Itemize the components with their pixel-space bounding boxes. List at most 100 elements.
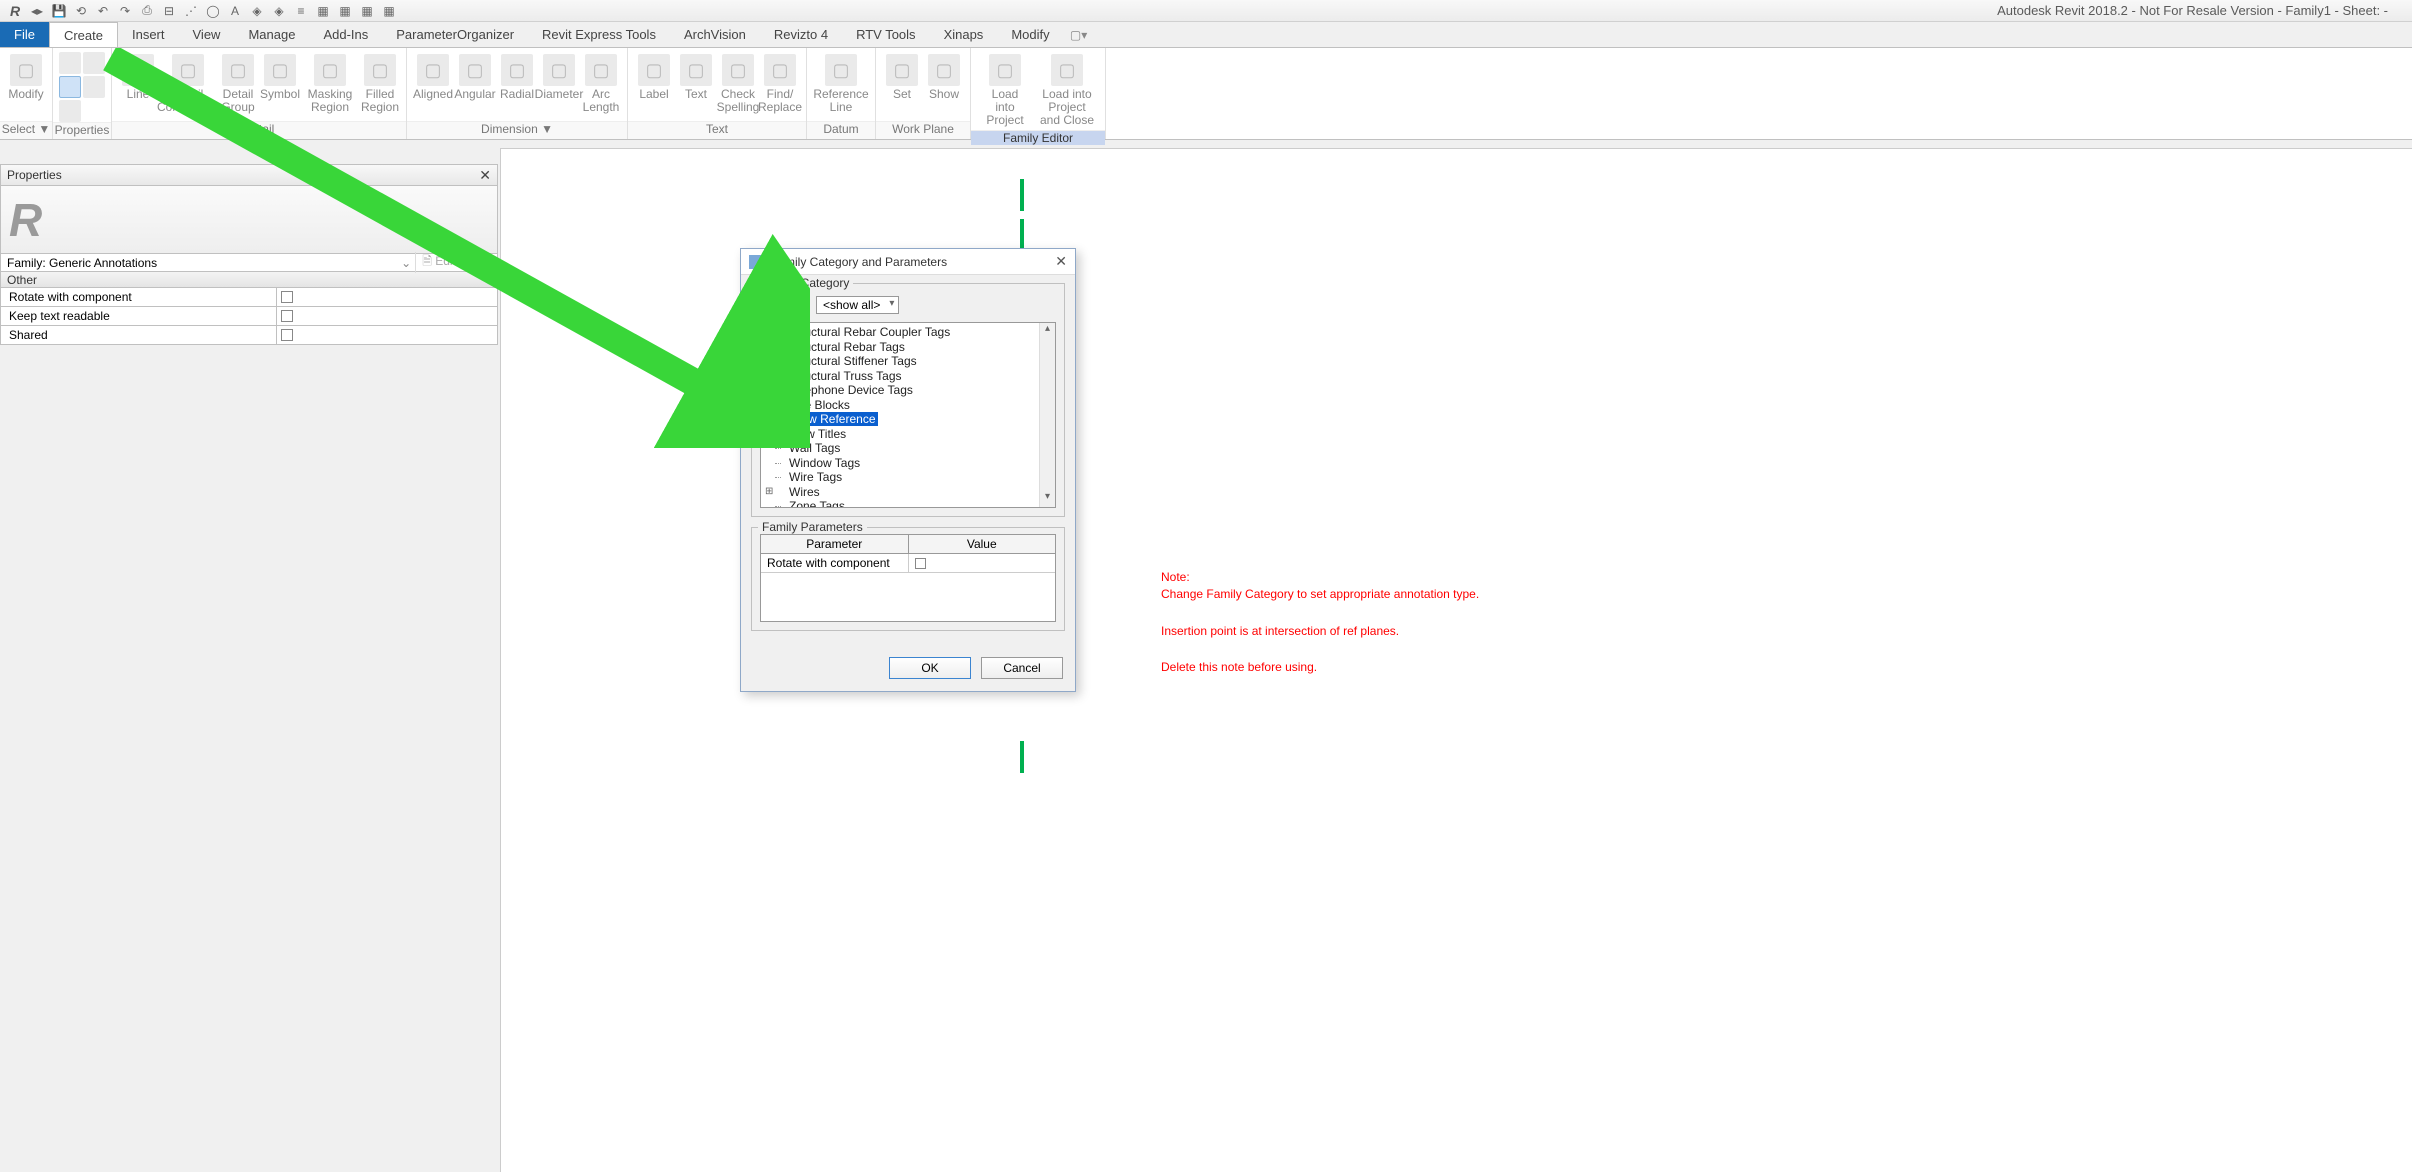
ribbon-mini-button[interactable] [83, 76, 105, 98]
close-icon[interactable]: ✕ [1055, 253, 1067, 270]
ribbon-mini-button[interactable] [59, 100, 81, 122]
property-category-header[interactable]: Other ⌃ [0, 272, 498, 288]
custom2-icon[interactable]: ▦ [378, 1, 400, 21]
ribbon-button[interactable]: ▢ReferenceLine [813, 52, 869, 116]
ribbon-button[interactable]: ▢Line [118, 52, 158, 103]
ribbon-button[interactable]: ▢Load intoProject and Close [1035, 52, 1099, 130]
ribbon-button[interactable]: ▢Show [924, 52, 964, 103]
open-icon[interactable]: ◂▸ [26, 1, 48, 21]
scrollbar[interactable]: ▴ ▾ [1039, 323, 1055, 507]
ribbon-button[interactable]: ▢FilledRegion [360, 52, 400, 116]
ribbon-button[interactable]: ▢ArcLength [581, 52, 621, 116]
ribbon-button[interactable]: ▢CheckSpelling [718, 52, 758, 116]
edit-type-button[interactable]: 🗎 Edit Type [415, 252, 491, 273]
ribbon-panel-title[interactable]: Text [628, 121, 806, 139]
close-icon[interactable]: ✕ [479, 167, 491, 184]
tab-rtvtools[interactable]: RTV Tools [842, 22, 930, 47]
tab-paramorganizer[interactable]: ParameterOrganizer [382, 22, 528, 47]
collapse-icon[interactable]: ⌃ [481, 273, 491, 287]
text-icon[interactable]: A [224, 1, 246, 21]
revit-logo-icon[interactable]: R [4, 1, 26, 21]
dim-icon[interactable]: ⋰ [180, 1, 202, 21]
switch-windows-icon[interactable]: ▦ [334, 1, 356, 21]
scroll-down-icon[interactable]: ▾ [1040, 491, 1055, 507]
tab-xinaps[interactable]: Xinaps [930, 22, 998, 47]
ribbon-button[interactable]: ▢Modify [6, 52, 46, 103]
save-icon[interactable]: 💾 [48, 1, 70, 21]
checkbox[interactable] [915, 558, 926, 569]
tab-archvision[interactable]: ArchVision [670, 22, 760, 47]
scroll-up-icon[interactable]: ▴ [1040, 323, 1055, 339]
category-item[interactable]: Wall Tags [761, 441, 1055, 456]
property-row[interactable]: Rotate with component [0, 288, 498, 307]
ribbon-button[interactable]: ▢Aligned [413, 52, 453, 103]
category-item[interactable]: Structural Stiffener Tags [761, 354, 1055, 369]
thin-lines-icon[interactable]: ≡ [290, 1, 312, 21]
ribbon-mini-button[interactable] [83, 52, 105, 74]
close-windows-icon[interactable]: ▦ [312, 1, 334, 21]
ribbon-button[interactable]: ▢MaskingRegion [302, 52, 358, 116]
ribbon-button[interactable]: ▢Angular [455, 52, 495, 103]
measure-icon[interactable]: ⊟ [158, 1, 180, 21]
ribbon-button[interactable]: ▢Symbol [260, 52, 300, 103]
tab-create[interactable]: Create [49, 22, 118, 47]
print-icon[interactable]: ⎙ [136, 1, 158, 21]
tab-modify[interactable]: Modify [997, 22, 1063, 47]
family-param-row[interactable]: Rotate with component [761, 554, 1055, 573]
filter-list-dropdown[interactable]: <show all> [816, 296, 899, 314]
tab-addins[interactable]: Add-Ins [309, 22, 382, 47]
category-item[interactable]: Structural Rebar Tags [761, 340, 1055, 355]
tab-view[interactable]: View [179, 22, 235, 47]
view3d-icon[interactable]: ◈ [246, 1, 268, 21]
property-value[interactable] [277, 288, 497, 306]
family-type-selector[interactable]: Family: Generic Annotations ⌄ 🗎 Edit Typ… [0, 254, 498, 272]
tag-icon[interactable]: ◯ [202, 1, 224, 21]
tab-revitexpress[interactable]: Revit Express Tools [528, 22, 670, 47]
ribbon-panel-title[interactable]: Work Plane [876, 121, 970, 139]
category-item[interactable]: Window Tags [761, 456, 1055, 471]
ribbon-panel-title[interactable]: Select ▼ [0, 121, 52, 139]
property-row[interactable]: Shared [0, 326, 498, 345]
checkbox[interactable] [281, 310, 293, 322]
dialog-titlebar[interactable]: Family Category and Parameters ✕ [741, 249, 1075, 275]
tab-file[interactable]: File [0, 22, 49, 47]
category-item[interactable]: Zone Tags [761, 499, 1055, 508]
property-value[interactable] [277, 307, 497, 325]
cancel-button[interactable]: Cancel [981, 657, 1063, 679]
sync-icon[interactable]: ⟲ [70, 1, 92, 21]
ribbon-button[interactable]: ▢DetailGroup [218, 52, 258, 116]
custom1-icon[interactable]: ▦ [356, 1, 378, 21]
ribbon-panel-title[interactable]: Family Editor [971, 130, 1105, 145]
ribbon-panel-title[interactable]: Datum [807, 121, 875, 139]
tab-insert[interactable]: Insert [118, 22, 179, 47]
chevron-down-icon[interactable]: ⌄ [401, 256, 411, 270]
tab-manage[interactable]: Manage [234, 22, 309, 47]
property-value[interactable] [277, 326, 497, 344]
property-row[interactable]: Keep text readable [0, 307, 498, 326]
ribbon-button[interactable]: ▢Radial [497, 52, 537, 103]
ribbon-panel-title[interactable]: Detail [112, 121, 406, 139]
category-item[interactable]: Title Blocks [761, 398, 1055, 413]
category-item[interactable]: Telephone Device Tags [761, 383, 1055, 398]
properties-thumbnail[interactable]: R [0, 186, 498, 254]
section-icon[interactable]: ◈ [268, 1, 290, 21]
undo-icon[interactable]: ↶ [92, 1, 114, 21]
ribbon-mini-button[interactable] [59, 52, 81, 74]
properties-header[interactable]: Properties ✕ [0, 164, 498, 186]
ribbon-panel-title[interactable]: Dimension ▼ [407, 121, 627, 139]
ribbon-button[interactable]: ▢DetailComponent [160, 52, 216, 116]
category-item[interactable]: Wires [761, 485, 1055, 500]
ribbon-button[interactable]: ▢Diameter [539, 52, 579, 103]
checkbox[interactable] [281, 291, 293, 303]
ribbon-button[interactable]: ▢Set [882, 52, 922, 103]
category-item[interactable]: Structural Rebar Coupler Tags [761, 325, 1055, 340]
ribbon-button[interactable]: ▢Label [634, 52, 674, 103]
ribbon-button[interactable]: ▢Find/Replace [760, 52, 800, 116]
category-tree[interactable]: Structural Rebar Coupler TagsStructural … [760, 322, 1056, 508]
category-item[interactable]: Structural Truss Tags [761, 369, 1055, 384]
ribbon-button[interactable]: ▢Load intoProject [977, 52, 1033, 130]
category-item[interactable]: Wire Tags [761, 470, 1055, 485]
redo-icon[interactable]: ↷ [114, 1, 136, 21]
ok-button[interactable]: OK [889, 657, 971, 679]
ribbon-mini-button[interactable] [59, 76, 81, 98]
